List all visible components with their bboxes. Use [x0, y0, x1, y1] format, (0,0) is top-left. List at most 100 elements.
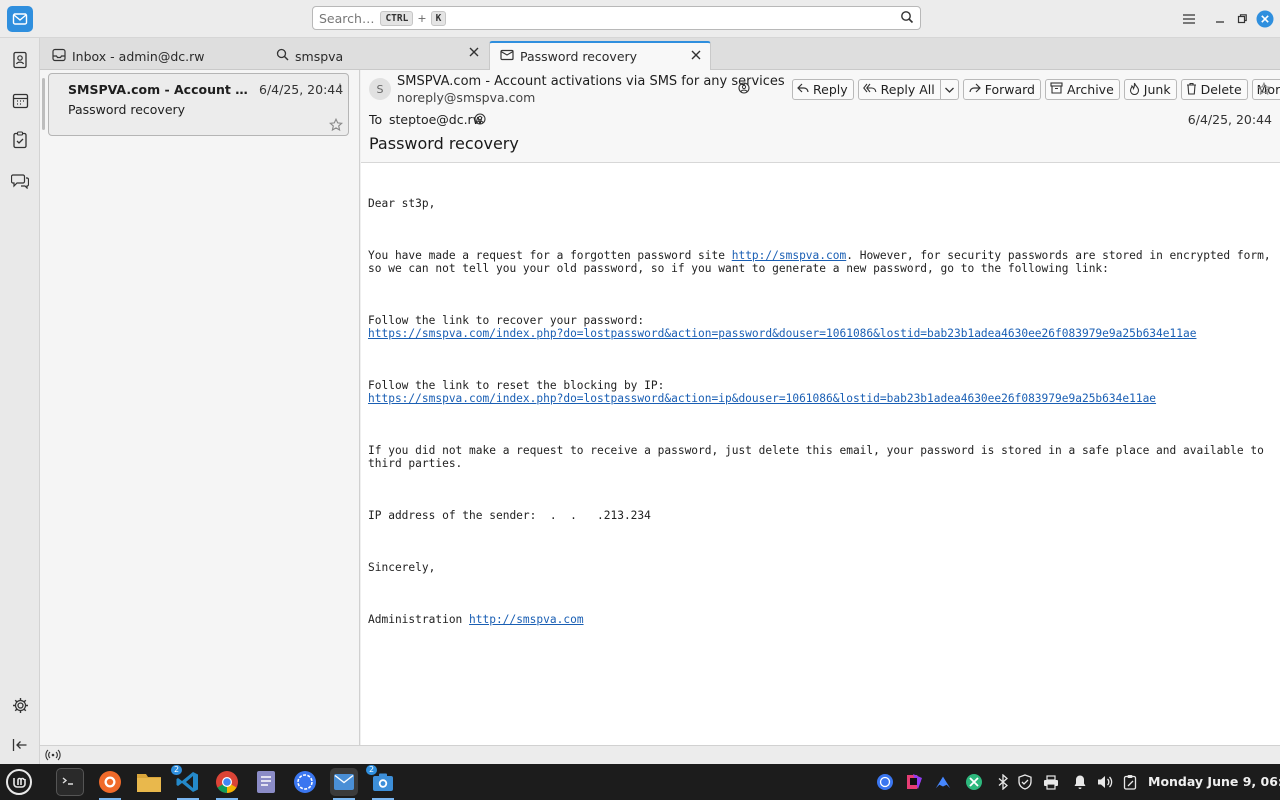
- body-paragraph: Follow the link to recover your password…: [368, 314, 1273, 340]
- notifications-icon[interactable]: [1071, 773, 1089, 791]
- trash-icon: [1186, 82, 1197, 98]
- status-bar: [40, 745, 1280, 764]
- text-editor-icon[interactable]: [252, 768, 280, 796]
- address-book-icon[interactable]: [9, 49, 31, 71]
- sender-email[interactable]: noreply@smspva.com: [397, 90, 535, 105]
- settings-gear-icon[interactable]: [9, 694, 31, 716]
- firefox-icon[interactable]: [96, 768, 124, 800]
- body-text: You have made a request for a forgotten …: [368, 249, 732, 262]
- nordvpn-icon[interactable]: [934, 773, 952, 791]
- app-menu-icon[interactable]: [1180, 10, 1198, 28]
- star-icon[interactable]: [329, 117, 343, 136]
- search-icon[interactable]: [900, 10, 914, 28]
- message-header: S SMSPVA.com - Account activations via S…: [361, 70, 1280, 163]
- admin-site-link[interactable]: http://smspva.com: [469, 613, 584, 626]
- mint-menu-icon[interactable]: [5, 768, 33, 796]
- clock[interactable]: Monday June 9, 06:24: [1148, 774, 1280, 789]
- delete-button[interactable]: Delete: [1180, 79, 1248, 100]
- body-paragraph: Follow the link to reset the blocking by…: [368, 379, 1273, 405]
- list-item-sender: SMSPVA.com - Account activations via SMS…: [68, 82, 256, 97]
- thunderbird-mail-icon[interactable]: [7, 6, 33, 32]
- delete-label: Delete: [1200, 82, 1242, 97]
- body-paragraph: If you did not make a request to receive…: [368, 444, 1271, 470]
- message-body: Dear st3p, You have made a request for a…: [368, 171, 1273, 665]
- calendar-icon[interactable]: [9, 89, 31, 111]
- list-item-subject: Password recovery: [68, 102, 186, 117]
- forward-label: Forward: [984, 82, 1035, 97]
- shortcut-ctrl: CTRL: [380, 10, 414, 26]
- message-date: 6/4/25, 20:44: [1187, 112, 1272, 127]
- recipient-email[interactable]: steptoe@dc.rw: [389, 112, 483, 127]
- taskbar: 2 2 Monday June 9, 06:: [0, 764, 1280, 800]
- message-actions-toolbar: Reply Reply All Forward Archive Junk Del…: [792, 79, 1280, 100]
- collapse-toolbar-icon[interactable]: [9, 734, 31, 756]
- star-icon[interactable]: [1257, 81, 1271, 100]
- chevron-down-icon: [944, 82, 955, 97]
- reset-ip-link[interactable]: https://smspva.com/index.php?do=lostpass…: [368, 392, 1156, 405]
- printer-icon[interactable]: [1042, 773, 1060, 791]
- signal-icon[interactable]: [291, 768, 319, 796]
- title-bar: Search… CTRL + K: [0, 0, 1280, 38]
- spaces-toolbar: [0, 38, 40, 764]
- body-paragraph: IP address of the sender: . . .213.234: [368, 509, 1273, 522]
- volume-icon[interactable]: [1096, 773, 1114, 791]
- junk-label: Junk: [1143, 82, 1171, 97]
- tab-strip: Inbox - admin@dc.rw smspva Password reco…: [40, 38, 1280, 70]
- shortcut-k: K: [430, 10, 447, 26]
- tab-inbox[interactable]: Inbox - admin@dc.rw: [42, 42, 264, 70]
- chat-icon[interactable]: [9, 169, 31, 191]
- close-tab-icon[interactable]: [690, 49, 702, 64]
- ip-label: IP address of the sender:: [368, 509, 544, 522]
- more-options-icon[interactable]: ⋮: [334, 81, 346, 95]
- vscode-badge: 2: [171, 765, 183, 775]
- chrome-icon[interactable]: [213, 768, 241, 800]
- reply-all-dropdown[interactable]: [940, 79, 959, 100]
- screenshot-app-icon[interactable]: 2: [366, 765, 397, 800]
- signal-tray-icon[interactable]: [876, 773, 894, 791]
- sender-name[interactable]: SMSPVA.com - Account activations via SMS…: [397, 74, 785, 89]
- list-scrollbar[interactable]: [42, 78, 45, 130]
- close-tab-icon[interactable]: [468, 46, 480, 61]
- sender-avatar: S: [369, 78, 391, 100]
- vscode-icon[interactable]: 2: [171, 765, 202, 800]
- archive-label: Archive: [1067, 82, 1114, 97]
- files-folder-icon[interactable]: [135, 768, 163, 796]
- terminal-icon[interactable]: [56, 768, 84, 796]
- xdm-download-icon[interactable]: [965, 773, 983, 791]
- screenshot-badge: 2: [366, 765, 378, 775]
- message-reader: S SMSPVA.com - Account activations via S…: [361, 70, 1280, 745]
- archive-icon: [1050, 82, 1063, 97]
- forward-icon: [968, 82, 981, 97]
- tab-password-recovery[interactable]: Password recovery: [489, 41, 711, 70]
- site-link[interactable]: http://smspva.com: [732, 249, 847, 262]
- contact-badge-icon[interactable]: [738, 82, 750, 98]
- clipboard-icon[interactable]: [1121, 773, 1139, 791]
- bluetooth-icon[interactable]: [994, 773, 1012, 791]
- reply-all-label: Reply All: [880, 82, 935, 97]
- body-sincerely: Sincerely,: [368, 561, 436, 574]
- tab-inbox-label: Inbox - admin@dc.rw: [72, 48, 205, 64]
- shortcut-plus: +: [417, 11, 427, 25]
- forward-button[interactable]: Forward: [962, 79, 1041, 100]
- junk-button[interactable]: Junk: [1123, 79, 1177, 100]
- thunderbird-taskbar-icon[interactable]: [330, 768, 358, 800]
- list-item[interactable]: SMSPVA.com - Account activations via SMS…: [48, 73, 349, 136]
- restore-icon[interactable]: [1233, 10, 1251, 28]
- message-list-pane: SMSPVA.com - Account activations via SMS…: [40, 70, 360, 745]
- close-window-icon[interactable]: [1256, 10, 1274, 28]
- body-paragraph: You have made a request for a forgotten …: [368, 249, 1273, 275]
- jetbrains-toolbox-icon[interactable]: [905, 773, 923, 791]
- contact-badge-icon[interactable]: [474, 113, 486, 129]
- inbox-icon: [52, 48, 66, 65]
- archive-button[interactable]: Archive: [1045, 79, 1120, 100]
- recover-password-link[interactable]: https://smspva.com/index.php?do=lostpass…: [368, 327, 1196, 340]
- reply-all-button[interactable]: Reply All: [857, 79, 941, 100]
- search-input[interactable]: Search… CTRL + K: [312, 6, 921, 30]
- tab-smspva-search[interactable]: smspva: [266, 42, 488, 70]
- tasks-icon[interactable]: [9, 129, 31, 151]
- update-shield-icon[interactable]: [1016, 773, 1034, 791]
- reply-button[interactable]: Reply: [792, 79, 854, 100]
- search-icon: [276, 48, 289, 64]
- minimize-icon[interactable]: [1211, 10, 1229, 28]
- to-label: To: [369, 112, 383, 127]
